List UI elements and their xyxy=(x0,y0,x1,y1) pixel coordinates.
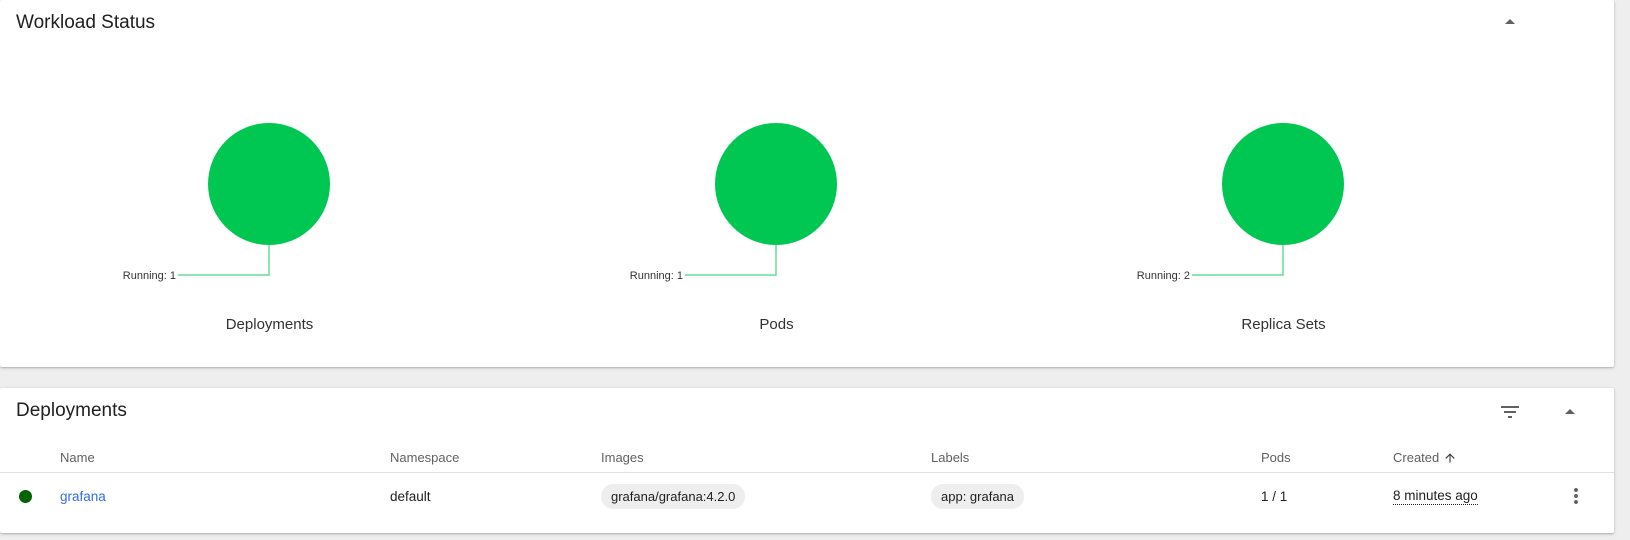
replica-sets-chart-caption: Replica Sets xyxy=(1241,316,1326,333)
deployment-name-link[interactable]: grafana xyxy=(60,489,106,504)
pods-status-chart: Running: 1 Pods xyxy=(513,110,1040,340)
filter-button[interactable] xyxy=(1498,400,1522,424)
workload-status-card: Workload Status Running: 1 Deployments R… xyxy=(0,0,1614,367)
deployments-chart-caption: Deployments xyxy=(225,316,314,333)
pods-running-slice xyxy=(715,123,837,245)
row-images-cell: grafana/grafana:4.2.0 xyxy=(601,473,746,519)
replica-sets-running-slice xyxy=(1222,123,1344,245)
row-actions-button[interactable] xyxy=(1564,473,1588,519)
more-vert-icon xyxy=(1564,484,1588,508)
column-header-labels: Labels xyxy=(931,444,969,472)
replica-sets-pie-svg: Running: 2 xyxy=(1137,123,1344,282)
collapse-deployments-button[interactable] xyxy=(1558,400,1582,424)
column-header-namespace[interactable]: Namespace xyxy=(390,444,459,472)
deployments-card: Deployments Name Namespace Images Labels xyxy=(0,388,1614,533)
deployments-pie-svg: Running: 1 xyxy=(123,123,330,282)
column-header-images: Images xyxy=(601,444,644,472)
table-row[interactable]: grafana default grafana/grafana:4.2.0 ap… xyxy=(0,473,1614,519)
replica-sets-label-connector xyxy=(1192,245,1284,276)
pods-label-connector xyxy=(685,245,777,276)
deployment-created-time[interactable]: 8 minutes ago xyxy=(1393,488,1478,505)
replica-sets-status-chart: Running: 2 Replica Sets xyxy=(1020,110,1547,340)
filter-list-icon xyxy=(1498,400,1522,424)
column-header-labels-label: Labels xyxy=(931,450,970,465)
image-chip: grafana/grafana:4.2.0 xyxy=(601,483,746,509)
column-header-namespace-label: Namespace xyxy=(390,450,460,465)
column-header-created[interactable]: Created xyxy=(1393,444,1457,472)
pods-running-label: Running: 1 xyxy=(630,270,683,282)
column-header-name-label: Name xyxy=(60,450,95,465)
arrow-upward-icon xyxy=(1443,451,1457,465)
row-name-cell: grafana xyxy=(60,473,106,519)
column-header-pods: Pods xyxy=(1261,444,1291,472)
row-namespace-cell: default xyxy=(390,473,431,519)
deployments-running-label: Running: 1 xyxy=(123,270,176,282)
replica-sets-running-label: Running: 2 xyxy=(1137,270,1190,282)
deployment-pods: 1 / 1 xyxy=(1261,488,1288,504)
running-status-icon xyxy=(19,489,32,503)
pods-chart-caption: Pods xyxy=(759,316,794,333)
column-header-pods-label: Pods xyxy=(1261,450,1291,465)
row-status-cell xyxy=(19,473,32,519)
column-header-name[interactable]: Name xyxy=(60,444,95,472)
arrow-drop-up-icon xyxy=(1498,10,1522,34)
row-labels-cell: app: grafana xyxy=(931,473,1025,519)
deployments-running-slice xyxy=(208,123,330,245)
row-pods-cell: 1 / 1 xyxy=(1261,473,1287,519)
row-created-cell: 8 minutes ago xyxy=(1393,473,1478,519)
pods-pie-svg: Running: 1 xyxy=(630,123,837,282)
deployments-card-title: Deployments xyxy=(16,400,127,421)
deployment-namespace: default xyxy=(390,488,431,504)
deployments-status-chart: Running: 1 Deployments xyxy=(6,110,533,340)
deployments-table-header: Name Namespace Images Labels Pods Create… xyxy=(0,444,1614,473)
column-header-created-label: Created xyxy=(1393,450,1440,465)
column-header-images-label: Images xyxy=(601,450,644,465)
deployments-label-connector xyxy=(178,245,270,276)
arrow-drop-up-icon xyxy=(1558,400,1582,424)
page: Workload Status Running: 1 Deployments R… xyxy=(0,0,1630,540)
label-chip: app: grafana xyxy=(931,483,1025,509)
collapse-workload-button[interactable] xyxy=(1498,10,1522,34)
workload-status-title: Workload Status xyxy=(16,12,156,33)
